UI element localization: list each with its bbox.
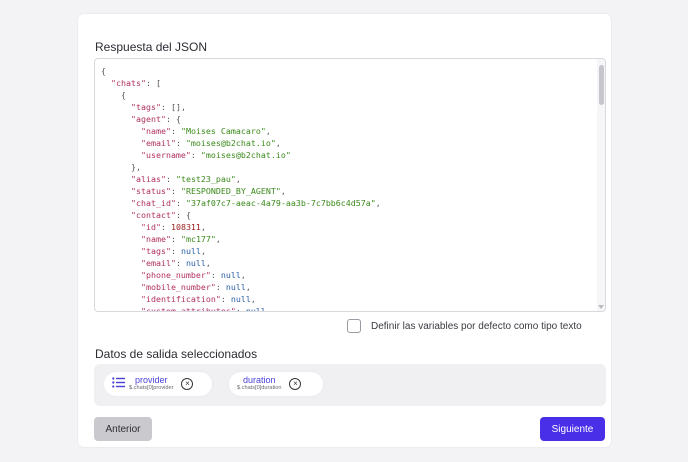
section-title: Respuesta del JSON (95, 40, 208, 54)
remove-chip-provider-button[interactable]: × (181, 378, 194, 390)
remove-chip-duration-button[interactable]: × (289, 378, 302, 390)
scroll-down-icon[interactable] (598, 305, 604, 309)
output-chip-duration: duration $.chats[0]duration × (229, 372, 323, 396)
output-chip-provider: provider $.chats[0]provider × (104, 372, 212, 396)
scrollbar[interactable] (597, 59, 605, 311)
chip-name: provider (134, 375, 168, 386)
json-config-card: Respuesta del JSON { "chats": [ { "tags"… (78, 14, 611, 447)
chip-path: $.chats[0]provider (129, 385, 174, 392)
scrollbar-thumb[interactable] (599, 65, 604, 105)
default-text-type-option[interactable]: Definir las variables por defecto como t… (347, 318, 582, 334)
json-code: { "chats": [ { "tags": [], "agent": { "n… (101, 66, 381, 312)
chip-name: duration (242, 375, 276, 386)
next-button[interactable]: Siguiente (540, 417, 605, 441)
selected-outputs: provider $.chats[0]provider × duration $… (94, 364, 606, 406)
json-response-viewer[interactable]: { "chats": [ { "tags": [], "agent": { "n… (94, 58, 606, 312)
default-text-type-checkbox[interactable] (347, 319, 361, 333)
checkbox-label: Definir las variables por defecto como t… (371, 320, 582, 332)
output-title: Datos de salida seleccionados (95, 347, 258, 361)
previous-button[interactable]: Anterior (94, 417, 152, 441)
list-icon (112, 375, 125, 393)
chip-path: $.chats[0]duration (237, 385, 282, 392)
